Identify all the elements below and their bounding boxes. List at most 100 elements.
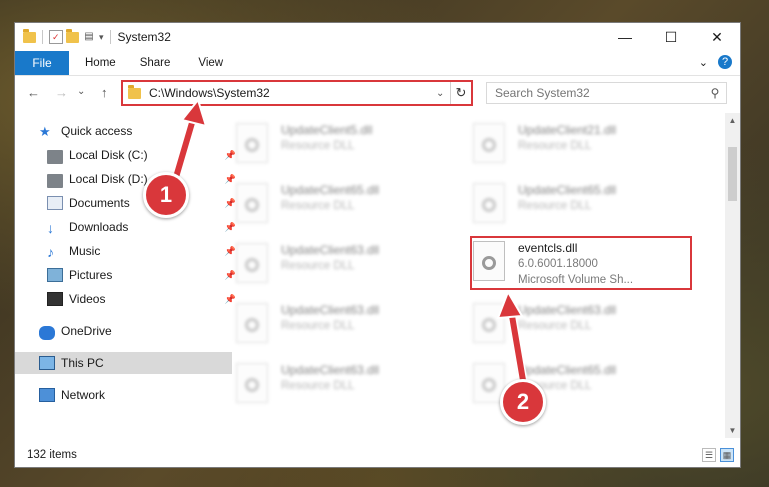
sidebar-item-label: OneDrive	[61, 324, 112, 338]
file-item[interactable]: UpdateClient5.dll Resource DLL	[236, 123, 466, 169]
file-item[interactable]: UpdateClient63.dll Resource DLL	[236, 243, 466, 289]
properties-icon[interactable]: ✓	[49, 30, 63, 44]
dll-file-icon	[473, 123, 505, 163]
separator	[42, 30, 43, 44]
status-bar: 132 items ☰ ▦	[15, 443, 740, 467]
pictures-icon	[47, 268, 63, 282]
close-button[interactable]: ✕	[694, 23, 740, 51]
sidebar-item-network[interactable]: Network	[15, 384, 232, 406]
file-type: Resource DLL	[518, 320, 592, 332]
window-controls: — ☐ ✕	[602, 23, 740, 51]
file-name: UpdateClient65.dll	[518, 183, 617, 197]
network-icon	[39, 388, 55, 402]
sidebar-item-local-disk-d[interactable]: Local Disk (D:) 📌	[15, 168, 240, 190]
sidebar-item-onedrive[interactable]: OneDrive	[15, 320, 232, 342]
title-bar: ✓ ▤ ▾ System32 — ☐ ✕	[15, 23, 740, 51]
file-type: Resource DLL	[518, 200, 592, 212]
videos-icon	[47, 292, 63, 306]
forward-button[interactable]: →	[55, 85, 68, 100]
file-list: UpdateClient5.dll Resource DLL UpdateCli…	[208, 113, 728, 438]
toolbar-dropdown-icon[interactable]: ▾	[99, 32, 104, 43]
minimize-button[interactable]: —	[602, 23, 648, 51]
search-icon[interactable]: ⚲	[704, 86, 726, 100]
view-toggle: ☰ ▦	[702, 448, 734, 462]
folder-icon	[23, 28, 36, 43]
quick-access-toolbar: ✓ ▤ ▾	[23, 28, 114, 44]
ribbon-controls: ⌄ ?	[699, 55, 732, 69]
up-button[interactable]: ↑	[101, 85, 108, 100]
tab-file[interactable]: File	[15, 51, 69, 75]
sidebar-item-downloads[interactable]: ↓ Downloads 📌	[15, 216, 240, 238]
file-item[interactable]: UpdateClient65.dll Resource DLL	[236, 183, 466, 229]
dll-file-icon	[236, 183, 268, 223]
sidebar-item-label: Videos	[69, 292, 106, 306]
scrollbar-thumb[interactable]	[728, 147, 737, 201]
refresh-button[interactable]: ↻	[450, 82, 471, 104]
selection-highlight	[470, 236, 692, 290]
sidebar-item-label: Network	[61, 388, 106, 402]
back-button[interactable]: ←	[27, 85, 40, 100]
sidebar-item-videos[interactable]: Videos 📌	[15, 288, 240, 310]
file-name: UpdateClient65.dll	[281, 183, 380, 197]
ribbon-tabs: File Home Share View ⌄ ?	[15, 51, 740, 76]
dll-file-icon	[473, 303, 505, 343]
file-name: UpdateClient65.dll	[518, 363, 617, 377]
computer-icon	[39, 356, 55, 370]
star-icon: ★	[39, 124, 51, 139]
details-view-icon[interactable]: ☰	[702, 448, 716, 462]
file-type: Resource DLL	[281, 380, 355, 392]
item-count: 132 items	[27, 449, 77, 461]
tab-share[interactable]: Share	[138, 57, 193, 69]
file-name: UpdateClient63.dll	[281, 303, 380, 317]
disk-icon	[47, 174, 63, 188]
sidebar-item-pictures[interactable]: Pictures 📌	[15, 264, 240, 286]
file-name: UpdateClient63.dll	[281, 243, 380, 257]
onedrive-icon	[39, 325, 55, 340]
music-icon: ♪	[47, 244, 54, 260]
sidebar-item-this-pc[interactable]: This PC	[15, 352, 232, 374]
maximize-button[interactable]: ☐	[648, 23, 694, 51]
customize-icon[interactable]: ▤	[82, 30, 96, 44]
sidebar-item-music[interactable]: ♪ Music 📌	[15, 240, 240, 262]
address-bar[interactable]: C:\Windows\System32 ⌄ ↻	[121, 80, 473, 106]
address-path[interactable]: C:\Windows\System32	[149, 86, 436, 100]
download-icon: ↓	[47, 220, 54, 236]
sidebar-item-label: Local Disk (D:)	[69, 172, 148, 186]
vertical-scrollbar[interactable]: ▲ ▼	[725, 113, 740, 438]
file-item[interactable]: UpdateClient63.dll Resource DLL	[236, 303, 466, 349]
disk-icon	[47, 150, 63, 164]
sidebar-item-local-disk-c[interactable]: Local Disk (C:) 📌	[15, 144, 240, 166]
sidebar-item-label: Local Disk (C:)	[69, 148, 148, 162]
recent-locations-button[interactable]: ⌄	[77, 86, 85, 97]
scroll-up-icon[interactable]: ▲	[725, 113, 740, 128]
file-name: UpdateClient63.dll	[518, 303, 617, 317]
tab-home[interactable]: Home	[69, 57, 138, 69]
file-item[interactable]: UpdateClient63.dll Resource DLL	[473, 303, 703, 349]
help-icon[interactable]: ?	[718, 55, 732, 69]
scroll-down-icon[interactable]: ▼	[725, 423, 740, 438]
navigation-pane: ★ Quick access Local Disk (C:) 📌 Local D…	[15, 113, 236, 438]
callout-badge-1: 1	[143, 172, 189, 218]
large-icons-view-icon[interactable]: ▦	[720, 448, 734, 462]
sidebar-item-label: Quick access	[61, 124, 133, 138]
file-item[interactable]: UpdateClient63.dll Resource DLL	[236, 363, 466, 409]
file-type: Resource DLL	[281, 140, 355, 152]
dll-file-icon	[236, 123, 268, 163]
address-dropdown-icon[interactable]: ⌄	[436, 88, 450, 99]
sidebar-item-label: This PC	[61, 356, 104, 370]
dll-file-icon	[473, 183, 505, 223]
file-item[interactable]: UpdateClient21.dll Resource DLL	[473, 123, 703, 169]
sidebar-item-documents[interactable]: Documents 📌	[15, 192, 240, 214]
search-box[interactable]: ⚲	[486, 82, 727, 104]
file-type: Resource DLL	[518, 140, 592, 152]
file-item[interactable]: UpdateClient65.dll Resource DLL	[473, 183, 703, 229]
sidebar-item-quick-access[interactable]: ★ Quick access	[15, 120, 232, 142]
search-input[interactable]	[487, 85, 704, 101]
separator	[109, 30, 111, 44]
dll-file-icon	[236, 303, 268, 343]
window-title: System32	[117, 30, 171, 44]
new-folder-icon[interactable]	[66, 28, 79, 43]
expand-ribbon-icon[interactable]: ⌄	[699, 56, 708, 69]
sidebar-item-label: Documents	[69, 196, 130, 210]
tab-view[interactable]: View	[192, 57, 245, 69]
